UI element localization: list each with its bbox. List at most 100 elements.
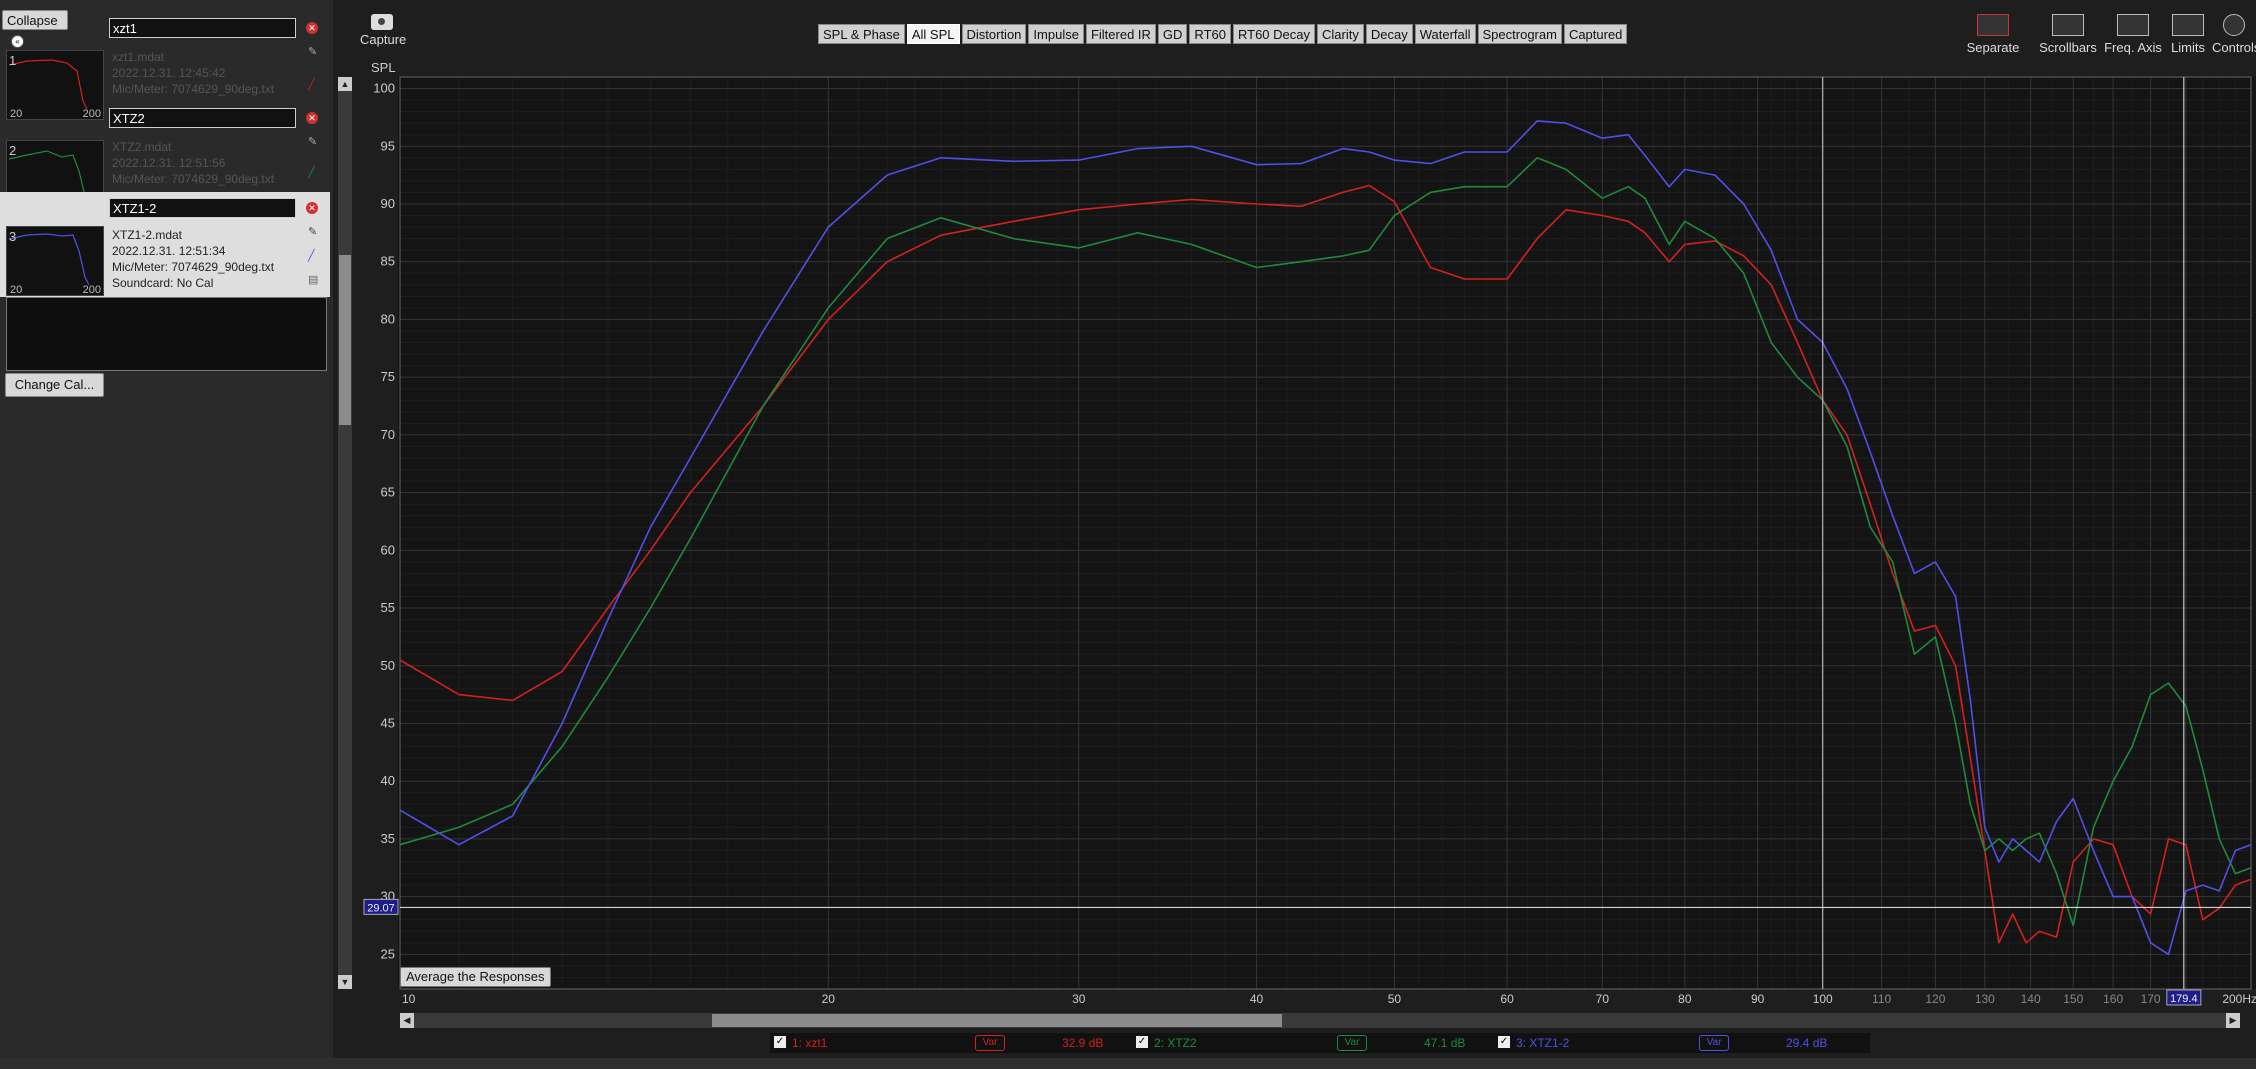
measurement-soundcard: Soundcard: No Cal <box>112 276 214 290</box>
save-measurement-icon[interactable]: ✎ <box>308 46 320 58</box>
tab-spectrogram[interactable]: Spectrogram <box>1477 24 1562 44</box>
scroll-right-icon[interactable]: ▶ <box>2226 1013 2240 1028</box>
tab-spl-phase[interactable]: SPL & Phase <box>818 24 905 44</box>
spl-graph[interactable]: 25 30 35 40 45 50 55 60 65 70 75 80 85 90 95 100 29.07 17… <box>363 76 2256 1006</box>
panel-scrollbar[interactable]: ▲ ▼ <box>338 77 352 989</box>
measurement-name-field[interactable]: XTZ1-2 <box>109 198 296 218</box>
gear-icon <box>2223 14 2245 36</box>
tab-decay[interactable]: Decay <box>1365 24 1413 44</box>
y-tick-label: 90 <box>381 196 395 211</box>
remove-measurement-icon[interactable]: ✕ <box>306 112 318 124</box>
x-tick-label: 40 <box>1250 992 1264 1006</box>
tab-clarity[interactable]: Clarity <box>1317 24 1364 44</box>
x-tick-label: 110 <box>1872 992 1891 1006</box>
scrollbars-button[interactable]: Scrollbars <box>2038 14 2098 55</box>
y-tick-label: 85 <box>381 254 395 269</box>
x-tick-label: 70 <box>1596 992 1610 1006</box>
var-button[interactable]: Var <box>1337 1035 1367 1051</box>
trace-color-icon[interactable]: ╱ <box>308 250 320 262</box>
legend-bar: ✓ 1: xzt1 Var 32.9 dB ✓ 2: XTZ2 Var 47.1… <box>770 1033 1870 1053</box>
x-tick-label: 150 <box>2063 992 2083 1006</box>
scroll-down-icon[interactable]: ▼ <box>338 975 352 989</box>
average-responses-button[interactable]: Average the Responses <box>400 967 551 987</box>
tab-impulse[interactable]: Impulse <box>1028 24 1084 44</box>
show-trace-checkbox[interactable]: ✓ <box>1136 1036 1148 1048</box>
legend-label: 2: XTZ2 <box>1154 1036 1197 1050</box>
limits-icon <box>2172 14 2204 36</box>
x-tick-label: 100 <box>1813 992 1833 1006</box>
tab-captured[interactable]: Captured <box>1563 24 1628 44</box>
tab-waterfall[interactable]: Waterfall <box>1414 24 1476 44</box>
y-tick-label: 35 <box>381 831 395 846</box>
measurement-name-field[interactable]: xzt1 <box>109 18 296 38</box>
measurement-item-1[interactable]: 1 20 200 xzt1 ✕ ✎ ╱ xzt1.mdat 2022.12.31… <box>0 18 330 120</box>
frequency-scrollbar[interactable]: ◀ ▶ <box>400 1013 2240 1028</box>
freq-axis-button[interactable]: Freq. Axis <box>2102 14 2164 55</box>
y-tick-label: 70 <box>381 427 395 442</box>
legend-label: 1: xzt1 <box>792 1036 828 1050</box>
tab-gd[interactable]: GD <box>1157 24 1188 44</box>
var-button[interactable]: Var <box>1699 1035 1729 1051</box>
y-tick-label: 25 <box>381 946 395 961</box>
legend-item-1: ✓ 1: xzt1 Var 32.9 dB <box>770 1033 1130 1053</box>
x-tick-label: 160 <box>2103 992 2123 1006</box>
var-button[interactable]: Var <box>975 1035 1005 1051</box>
measurement-number: 2 <box>9 143 17 158</box>
limits-label: Limits <box>2171 40 2205 55</box>
x-tick-label: 20 <box>822 992 836 1006</box>
change-cal-button[interactable]: Change Cal... <box>5 373 104 397</box>
legend-label: 3: XTZ1-2 <box>1516 1036 1570 1050</box>
notes-icon[interactable]: ▤ <box>308 274 320 286</box>
y-axis-label: SPL <box>371 60 396 75</box>
y-tick-label: 60 <box>381 542 395 557</box>
limits-button[interactable]: Limits <box>2168 14 2208 55</box>
tab-rt60[interactable]: RT60 <box>1189 24 1231 44</box>
remove-measurement-icon[interactable]: ✕ <box>306 202 318 214</box>
tab-all-spl[interactable]: All SPL <box>906 24 960 44</box>
x-tick-label: 130 <box>1975 992 1995 1006</box>
x-tick-label: 170 <box>2141 992 2161 1006</box>
measurement-date: 2022.12.31. 12:45:42 <box>112 66 226 80</box>
thumb-xmin: 20 <box>10 284 23 296</box>
scrollbar-thumb[interactable] <box>712 1014 1282 1027</box>
scroll-left-icon[interactable]: ◀ <box>400 1013 414 1028</box>
measurement-date: 2022.12.31. 12:51:34 <box>112 244 226 258</box>
measurement-number: 3 <box>9 229 17 244</box>
legend-value: 29.4 dB <box>1786 1036 1828 1050</box>
remove-measurement-icon[interactable]: ✕ <box>306 22 318 34</box>
trace-color-icon[interactable]: ╱ <box>308 79 320 91</box>
measurement-name-field[interactable]: XTZ2 <box>109 108 296 128</box>
x-tick-label: 90 <box>1751 992 1765 1006</box>
x-tick-label: 10 <box>402 992 416 1006</box>
freq-axis-label: Freq. Axis <box>2104 40 2162 55</box>
save-measurement-icon[interactable]: ✎ <box>308 226 320 238</box>
show-trace-checkbox[interactable]: ✓ <box>774 1036 786 1048</box>
legend-item-2: ✓ 2: XTZ2 Var 47.1 dB <box>1132 1033 1492 1053</box>
tab-filtered-ir[interactable]: Filtered IR <box>1085 24 1156 44</box>
legend-item-3: ✓ 3: XTZ1-2 Var 29.4 dB <box>1494 1033 1854 1053</box>
controls-button[interactable]: Controls <box>2212 14 2256 55</box>
cursor-x-readout: 179.4 <box>2170 993 2198 1005</box>
show-trace-checkbox[interactable]: ✓ <box>1498 1036 1510 1048</box>
measurement-item-3-selected[interactable]: 3 20 200 XTZ1-2 ✕ ✎ ╱ ▤ XTZ1-2.mdat 2022… <box>0 192 330 297</box>
graph-tabs: SPL & Phase All SPL Distortion Impulse Filte… <box>818 24 1628 44</box>
scrollbars-label: Scrollbars <box>2039 40 2097 55</box>
capture-button[interactable]: Capture <box>360 14 406 47</box>
tab-distortion[interactable]: Distortion <box>961 24 1027 44</box>
thumb-xmax: 200 <box>82 284 101 296</box>
scroll-up-icon[interactable]: ▲ <box>338 77 352 91</box>
tab-rt60-decay[interactable]: RT60 Decay <box>1232 24 1315 44</box>
trace-color-icon[interactable]: ╱ <box>308 167 320 179</box>
save-measurement-icon[interactable]: ✎ <box>308 136 320 148</box>
controls-label: Controls <box>2212 40 2256 55</box>
y-tick-label: 50 <box>381 658 395 673</box>
x-tick-label: 50 <box>1388 992 1402 1006</box>
measurement-thumbnail[interactable]: 3 20 200 <box>6 226 104 296</box>
status-bar <box>0 1058 2256 1069</box>
measurement-mic: Mic/Meter: 7074629_90deg.txt <box>112 172 275 186</box>
legend-value: 47.1 dB <box>1424 1036 1466 1050</box>
scrollbar-thumb[interactable] <box>339 255 351 425</box>
measurement-notes-field[interactable] <box>6 297 327 371</box>
measurement-item-2[interactable]: 2 20 200 XTZ2 ✕ ✎ ╱ XTZ2.mdat 2022.12.31… <box>0 108 330 210</box>
separate-button[interactable]: Separate <box>1962 14 2024 55</box>
